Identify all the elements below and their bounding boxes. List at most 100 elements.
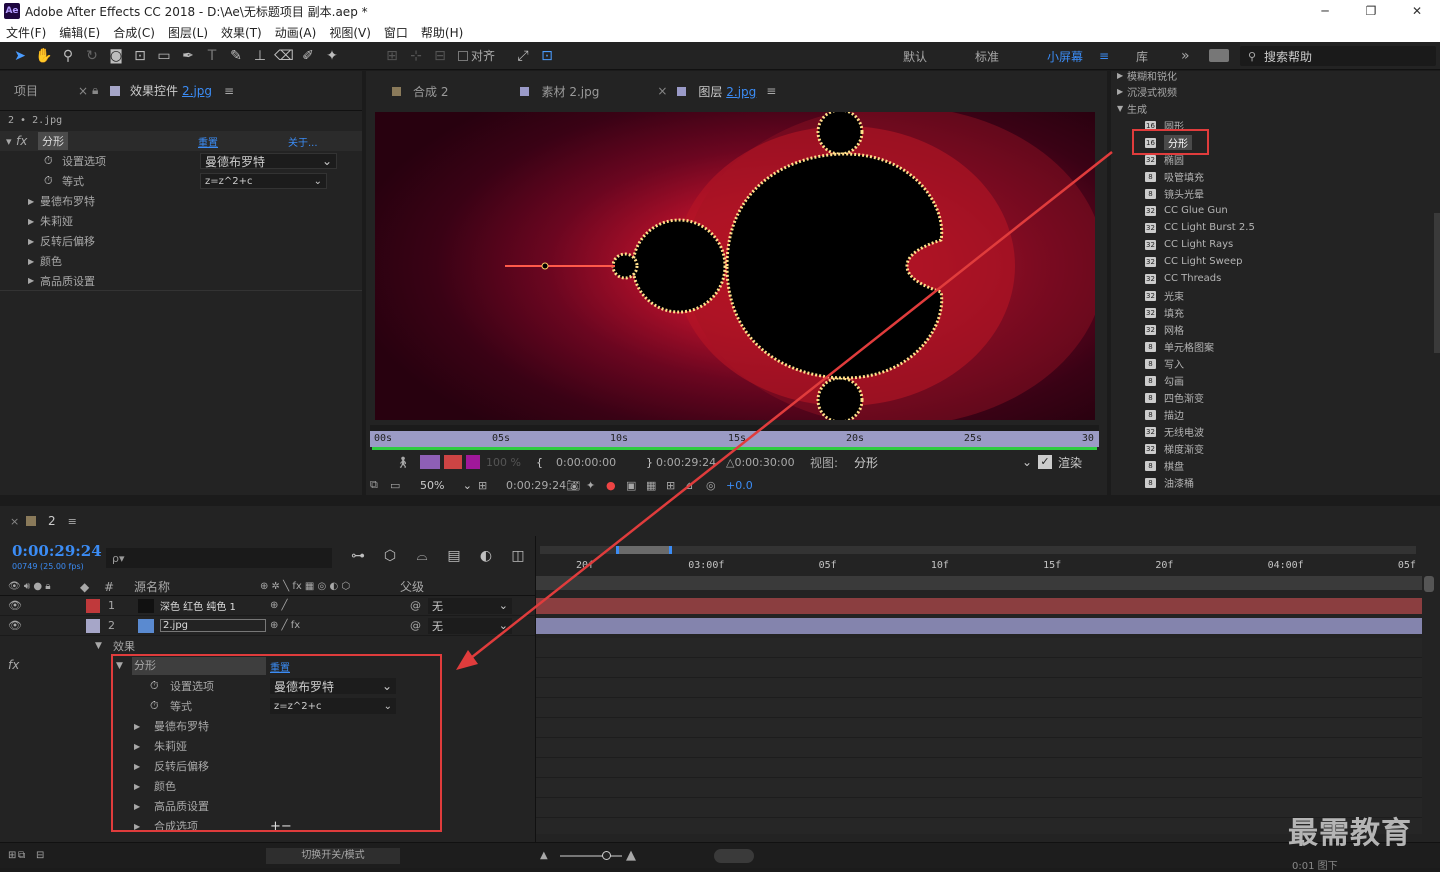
effect-list-item[interactable]: 32 网格	[1111, 321, 1440, 338]
roto-brush-tool-icon[interactable]: ✐	[296, 48, 320, 64]
exposure-value[interactable]: +0.0	[726, 479, 753, 492]
close-tab-icon[interactable]: ×	[10, 515, 26, 528]
stopwatch-icon[interactable]: ⏱	[44, 154, 62, 168]
show-snapshot-icon[interactable]: ✦	[586, 479, 606, 492]
current-time[interactable]: 0:00:29:24	[502, 479, 566, 492]
effect-list-item[interactable]: 8 吸管填充	[1111, 168, 1440, 185]
timeline-scrollbar[interactable]	[1424, 576, 1434, 592]
color-swatch-icon[interactable]	[466, 455, 480, 469]
snap-checkbox[interactable]	[458, 50, 468, 61]
timeline-ruler[interactable]: 20f 03:00f 05f 10f 15f 20f 04:00f 05f	[576, 558, 1416, 572]
selection-tool-icon[interactable]: ➤	[8, 48, 32, 64]
panel-menu-icon[interactable]: ≡	[68, 515, 77, 528]
menu-help[interactable]: 帮助(H)	[421, 24, 463, 41]
effect-list-item[interactable]: 8 油漆桶	[1111, 474, 1440, 491]
type-tool-icon[interactable]: T	[200, 48, 224, 64]
camera-snapshot-icon[interactable]: 📷︎	[566, 479, 586, 492]
close-button[interactable]: ✕	[1394, 4, 1440, 18]
zoom-out-icon[interactable]: ▲	[540, 850, 548, 861]
col-parent[interactable]: 父级	[400, 578, 424, 595]
time-navigator[interactable]	[540, 546, 1416, 554]
view-dropdown[interactable]: 分形 ⌄	[854, 454, 1032, 471]
rotate-tool-icon[interactable]: ↻	[80, 48, 104, 64]
workspace-standard[interactable]: 标准	[975, 48, 1047, 65]
minimize-button[interactable]: ─	[1302, 4, 1348, 18]
effect-name[interactable]: 分形	[38, 132, 68, 150]
category-blur-sharpen[interactable]: 模糊和锐化	[1127, 71, 1177, 83]
expand-arrow-icon[interactable]: ▶	[28, 237, 40, 246]
lock-icon[interactable]: 🔒︎	[92, 83, 106, 98]
about-link[interactable]: 关于...	[288, 134, 318, 149]
expand-arrow-icon[interactable]: ▼	[95, 641, 113, 651]
menu-file[interactable]: 文件(F)	[6, 24, 46, 41]
scrollbar[interactable]	[1434, 213, 1440, 353]
layer-name[interactable]: 深色 红色 纯色 1	[160, 598, 270, 613]
visibility-eye-icon[interactable]: 👁︎	[0, 599, 28, 612]
group-high-quality[interactable]: 高品质设置	[40, 273, 95, 289]
timeline-search[interactable]: ρ▾	[106, 548, 332, 568]
tab-effect-controls[interactable]: 效果控件	[130, 82, 178, 99]
zoom-slider[interactable]	[560, 851, 622, 860]
reset-exposure-icon[interactable]: ⌂	[686, 479, 706, 492]
effect-list-item[interactable]: 32 CC Glue Gun	[1111, 202, 1440, 219]
expand-arrow-icon[interactable]: ▶	[28, 217, 40, 226]
fx-icon[interactable]: fx	[16, 134, 38, 148]
onion-skin-icon[interactable]	[420, 455, 440, 469]
effect-list-item[interactable]: 32 CC Threads	[1111, 270, 1440, 287]
zoom-in-icon[interactable]: ▲	[626, 848, 636, 863]
reverse-icon[interactable]	[444, 455, 462, 469]
menu-composition[interactable]: 合成(C)	[113, 24, 155, 41]
shy-layers-icon[interactable]: ⌓	[410, 548, 434, 564]
graph-editor-icon[interactable]: ◫	[506, 548, 530, 564]
puppet-pin-tool-icon[interactable]: ✦	[320, 48, 344, 64]
category-generate[interactable]: 生成	[1127, 101, 1147, 116]
pen-tool-icon[interactable]: ✒	[176, 48, 200, 64]
grid-icon[interactable]: ⊞	[666, 479, 686, 492]
motion-blur-icon[interactable]: ◐	[474, 548, 498, 564]
out-point-icon[interactable]: }	[646, 456, 656, 469]
menu-animation[interactable]: 动画(A)	[275, 24, 317, 41]
navigator-handle[interactable]	[616, 546, 672, 554]
snap-target-icon[interactable]: ⊡	[535, 48, 559, 64]
effect-list-item[interactable]: 32 填充	[1111, 304, 1440, 321]
category-immersive-video[interactable]: 沉浸式视频	[1127, 84, 1177, 99]
effect-list-item[interactable]: 8 单元格图案	[1111, 338, 1440, 355]
in-point-icon[interactable]: {	[536, 456, 556, 469]
layer-name[interactable]: 2.jpg	[160, 619, 266, 632]
effect-list-item[interactable]: 8 勾画	[1111, 372, 1440, 389]
exposure-icon[interactable]: ◎	[706, 479, 726, 492]
axis-world-icon[interactable]: ⊹	[404, 48, 428, 64]
layer-2-track-bar[interactable]	[536, 618, 1422, 634]
effect-list-item[interactable]: 32 CC Light Burst 2.5	[1111, 219, 1440, 236]
region-icon[interactable]: ▣	[626, 479, 646, 492]
category-arrow[interactable]: ▶	[1117, 87, 1127, 96]
workspace-library[interactable]: 库	[1136, 48, 1181, 65]
help-search[interactable]: ⚲ 搜索帮助	[1240, 46, 1436, 66]
effect-list-item[interactable]: 8 镜头光晕	[1111, 185, 1440, 202]
panel-menu-icon[interactable]: ≡	[224, 84, 234, 98]
axis-local-icon[interactable]: ⊞	[380, 48, 404, 64]
panel-menu-icon[interactable]: ≡	[766, 84, 776, 98]
parent-pickwhip-icon[interactable]: @	[410, 599, 428, 612]
fit-icon[interactable]: ⊞	[478, 479, 502, 492]
layer-1-track-bar[interactable]	[536, 598, 1422, 614]
group-julia[interactable]: 朱莉娅	[40, 213, 73, 229]
workspace-small-screen[interactable]: 小屏幕	[1047, 48, 1099, 65]
expand-timing-icon[interactable]: ⊟	[36, 850, 54, 861]
workspace-menu-icon[interactable]: ≡	[1099, 49, 1136, 63]
timeline-comp-tab[interactable]: 2	[48, 514, 56, 528]
effect-list-item[interactable]: 8 四色渐变	[1111, 389, 1440, 406]
effect-list-item[interactable]: 8 棋盘	[1111, 457, 1440, 474]
menu-layer[interactable]: 图层(L)	[168, 24, 208, 41]
zoom-dropdown[interactable]: 50% ⌄	[412, 479, 478, 492]
group-color[interactable]: 颜色	[40, 253, 62, 269]
in-point-time[interactable]: 0:00:00:00	[556, 456, 646, 469]
axis-view-icon[interactable]: ⊟	[428, 48, 452, 64]
layer-switches[interactable]: ⊕ ╱	[270, 600, 410, 611]
layer-label-color[interactable]	[86, 598, 100, 613]
walk-icon[interactable]: 🚶︎	[396, 456, 420, 469]
workspace-default[interactable]: 默认	[903, 48, 975, 65]
fractal-preview[interactable]	[375, 112, 1095, 420]
expand-arrow-icon[interactable]: ▶	[28, 276, 40, 285]
viewer-time-ruler[interactable]: 00s 05s 10s 15s 20s 25s 30	[370, 425, 1099, 447]
